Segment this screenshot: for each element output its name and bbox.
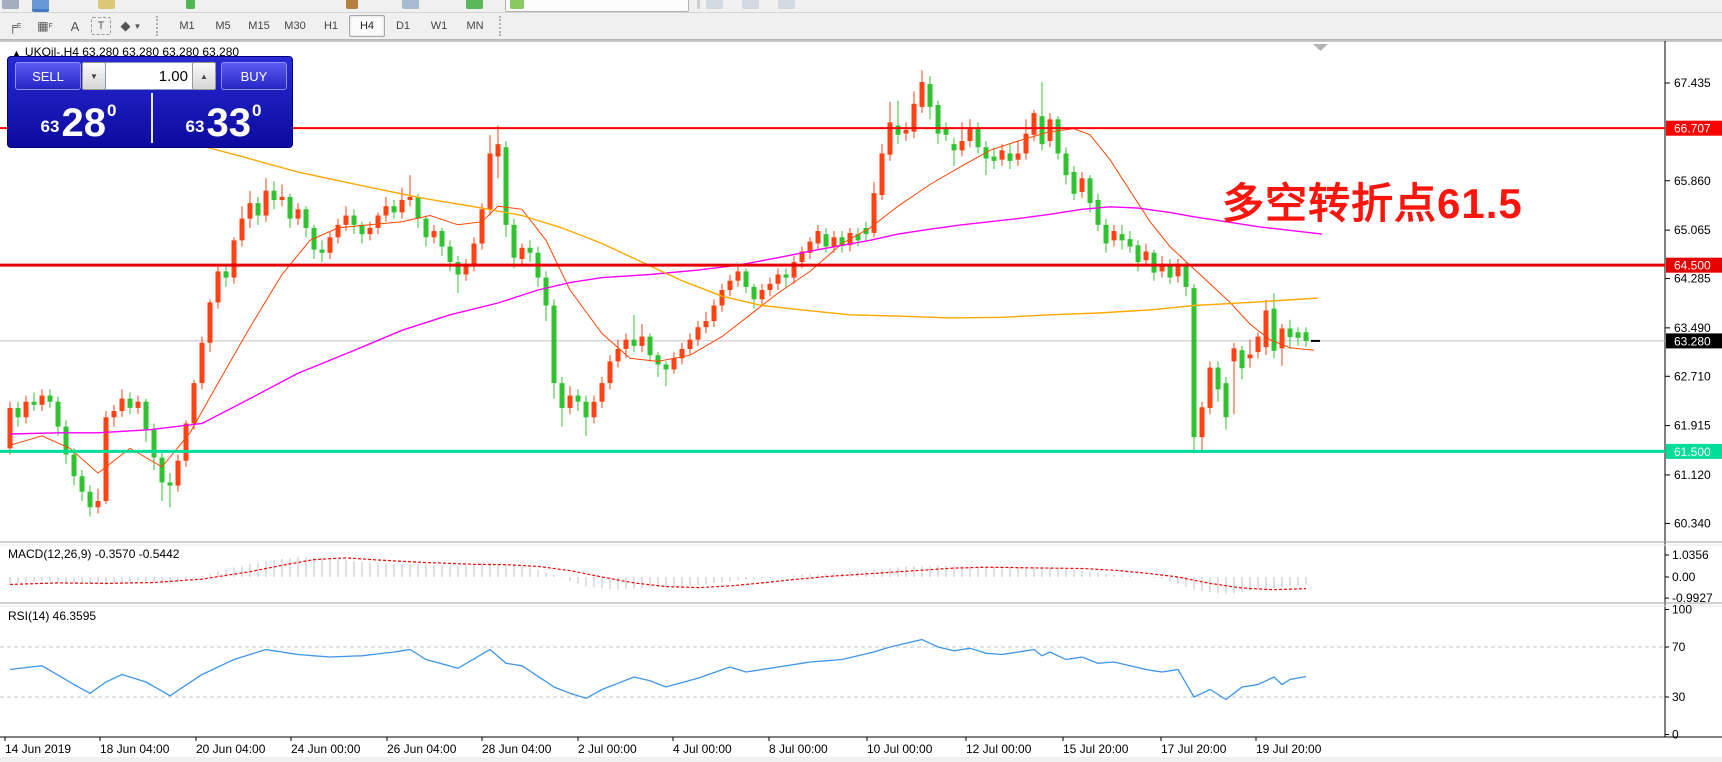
buy-price-display[interactable]: 63 33 0: [151, 93, 294, 143]
price-axis-label: 63.490: [1674, 321, 1711, 335]
price-axis-label: 65.860: [1674, 174, 1711, 188]
price-axis-label: 65.065: [1674, 223, 1711, 237]
time-axis-label: 20 Jun 04:00: [196, 742, 266, 756]
time-axis-label: 15 Jul 20:00: [1063, 742, 1129, 756]
toolbar-grip: [156, 16, 163, 36]
new-order-icon[interactable]: [186, 0, 195, 9]
timeframe-button-M1[interactable]: M1: [169, 15, 205, 37]
timeframe-button-M5[interactable]: M5: [205, 15, 241, 37]
time-axis-label: 2 Jul 00:00: [578, 742, 637, 756]
time-axis-label: 19 Jul 20:00: [1256, 742, 1322, 756]
volume-decrease-button[interactable]: ▼: [82, 62, 106, 90]
fibonacci-tool-icon[interactable]: ▦ F: [31, 14, 59, 38]
triangle-up-icon: ▲: [200, 71, 208, 81]
sell-price-pips: 28: [61, 101, 106, 145]
window-icon[interactable]: [402, 0, 419, 9]
small-button-icon[interactable]: [778, 0, 795, 9]
volume-input[interactable]: [105, 62, 195, 90]
sell-price-major: 63: [40, 117, 60, 136]
time-axis-label: 18 Jun 04:00: [100, 742, 170, 756]
buy-price-pipette: 0: [251, 101, 262, 120]
price-badge-64.500: 64.500: [1666, 257, 1722, 273]
chevron-down-icon: ▼: [133, 21, 142, 31]
price-axis-label: 64.285: [1674, 272, 1711, 286]
macd-indicator-label: MACD(12,26,9) -0.3570 -0.5442: [8, 547, 180, 561]
time-axis-label: 4 Jul 00:00: [673, 742, 732, 756]
chart-type-icon[interactable]: [32, 0, 49, 12]
combo-symbol-icon: [510, 0, 524, 9]
macd-axis-label: 0.00: [1672, 570, 1696, 584]
svg-text:66.707: 66.707: [1674, 122, 1711, 136]
rsi-axis-label: 30: [1672, 690, 1686, 704]
time-axis-label: 8 Jul 00:00: [769, 742, 828, 756]
shapes-tool-icon[interactable]: ◆ ▼: [113, 14, 149, 38]
toolbar-grip: [499, 16, 506, 36]
small-button-icon[interactable]: [742, 0, 759, 9]
time-axis-label: 24 Jun 00:00: [291, 742, 361, 756]
svg-text:61.500: 61.500: [1674, 445, 1711, 459]
zoom-icon[interactable]: [98, 0, 115, 9]
text-tool-icon[interactable]: A: [61, 14, 89, 38]
macd-axis-label: 1.0356: [1672, 548, 1709, 562]
label-tool-icon[interactable]: T: [91, 17, 111, 35]
buy-button[interactable]: BUY: [221, 62, 287, 90]
timeframe-button-D1[interactable]: D1: [385, 15, 421, 37]
rsi-axis-label: 100: [1672, 603, 1692, 617]
timeframe-button-M30[interactable]: M30: [277, 15, 313, 37]
time-axis-label: 12 Jul 00:00: [966, 742, 1032, 756]
symbol-combo-box[interactable]: [505, 0, 689, 12]
channels-tool-icon[interactable]: ╒ E: [1, 14, 29, 38]
autotrade-icon[interactable]: [466, 0, 483, 9]
toolbar-main: ╒ E ▦ F A T ◆ ▼ M1 M5 M15 M30 H1 H4 D1 W1 MN: [0, 13, 1722, 40]
volume-increase-button[interactable]: ▲: [192, 62, 216, 90]
price-badge-61.500: 61.500: [1666, 443, 1722, 459]
svg-text:63.280: 63.280: [1674, 334, 1711, 348]
sell-price-display[interactable]: 63 28 0: [8, 93, 149, 143]
time-axis-label: 28 Jun 04:00: [482, 742, 552, 756]
chart-mode-icon[interactable]: [2, 0, 19, 9]
price-axis-label: 62.710: [1674, 369, 1711, 383]
time-axis-label: 26 Jun 04:00: [387, 742, 457, 756]
price-axis-label: 67.435: [1674, 76, 1711, 90]
buy-price-major: 63: [185, 117, 205, 136]
rsi-axis-label: 70: [1672, 640, 1686, 654]
buy-price-pips: 33: [206, 101, 251, 145]
toolbar-top-clipped: [0, 0, 1722, 13]
price-axis-label: 61.120: [1674, 468, 1711, 482]
indicator-icon[interactable]: [346, 0, 358, 9]
small-button-icon[interactable]: [706, 0, 723, 9]
sell-button[interactable]: SELL: [15, 62, 81, 90]
time-axis-label: 14 Jun 2019: [5, 742, 71, 756]
sell-price-pipette: 0: [106, 101, 117, 120]
timeframe-button-H4[interactable]: H4: [349, 15, 385, 37]
rsi-indicator-label: RSI(14) 46.3595: [8, 609, 97, 623]
one-click-trading-panel: SELL ▼ ▲ BUY 63280 63330: [7, 56, 293, 148]
timeframe-button-M15[interactable]: M15: [241, 15, 277, 37]
price-badge-63.280: 63.280: [1666, 333, 1722, 349]
time-axis-label: 17 Jul 20:00: [1161, 742, 1227, 756]
timeframe-button-MN[interactable]: MN: [457, 15, 493, 37]
price-axis-label: 60.340: [1674, 516, 1711, 530]
timeframe-button-H1[interactable]: H1: [313, 15, 349, 37]
price-badge-66.707: 66.707: [1666, 120, 1722, 136]
svg-text:64.500: 64.500: [1674, 259, 1711, 273]
triangle-down-icon: ▼: [90, 71, 98, 81]
rsi-axis-label: 0: [1672, 728, 1679, 742]
time-axis-label: 10 Jul 00:00: [867, 742, 933, 756]
toolbar-grip: [697, 0, 700, 9]
timeframe-button-W1[interactable]: W1: [421, 15, 457, 37]
price-axis-label: 61.915: [1674, 419, 1711, 433]
